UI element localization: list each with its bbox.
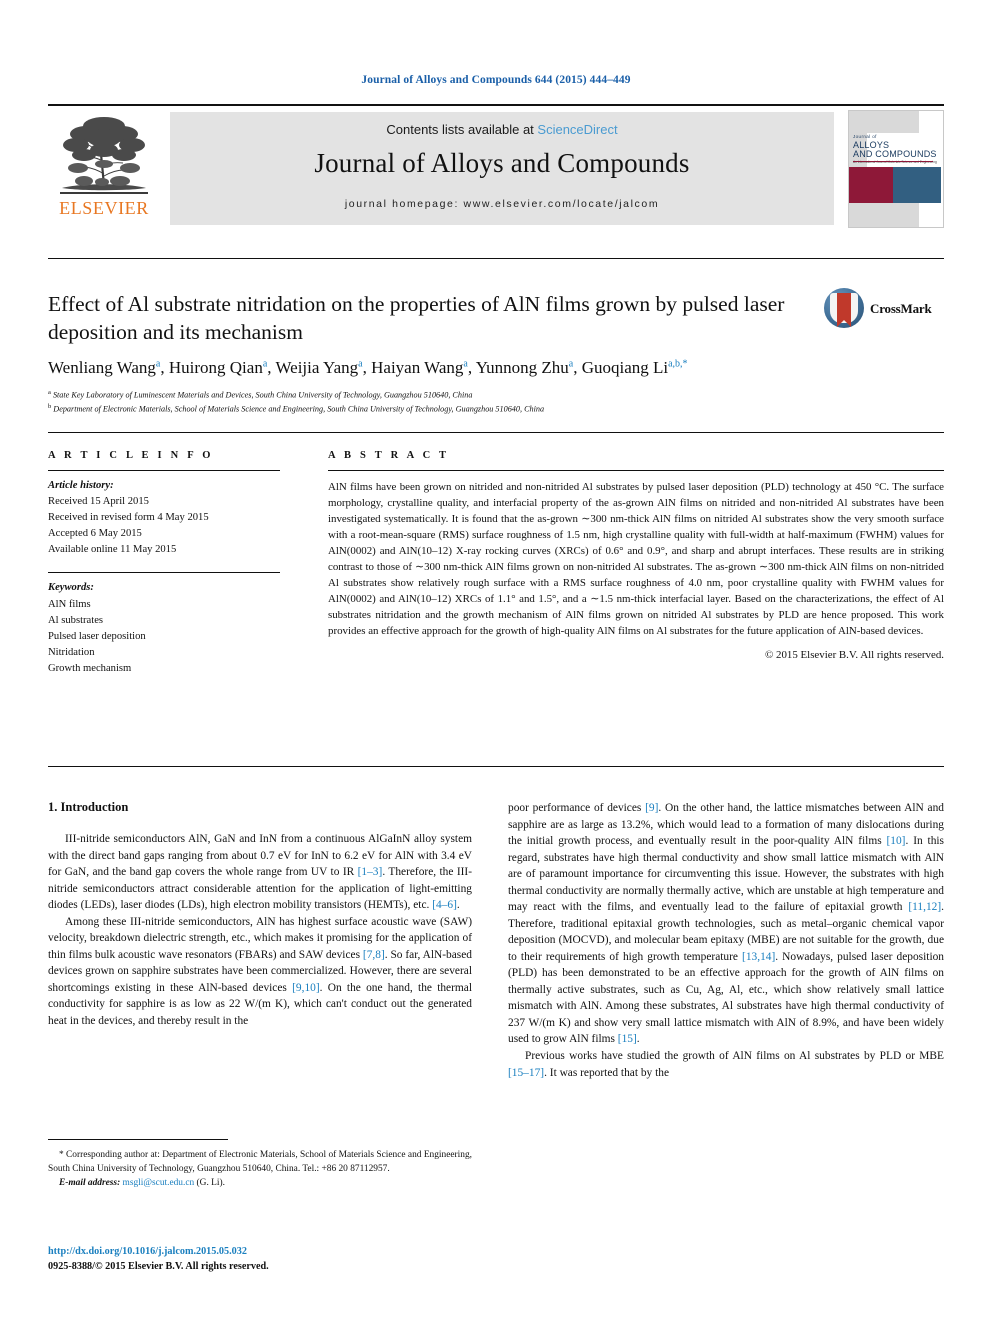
history-item: Available online 11 May 2015 [48, 544, 177, 556]
running-head: Journal of Alloys and Compounds 644 (201… [361, 74, 631, 86]
article-info-heading: A R T I C L E I N F O [48, 450, 214, 461]
journal-title: Journal of Alloys and Compounds [314, 148, 690, 178]
crossmark-label: CrossMark [870, 301, 932, 316]
body-paragraph: Previous works have studied the growth o… [508, 1049, 944, 1079]
author-list: Wenliang Wanga, Huirong Qiana, Weijia Ya… [48, 358, 688, 377]
keywords-divider [48, 572, 280, 574]
doi-block: http://dx.doi.org/10.1016/j.jalcom.2015.… [48, 1245, 488, 1275]
email-line: E-mail address: msgli@scut.edu.cn (G. Li… [48, 1176, 472, 1190]
history-item: Received in revised form 4 May 2015 [48, 512, 209, 524]
keyword-item: Growth mechanism [48, 662, 132, 674]
keyword-item: Pulsed laser deposition [48, 630, 146, 642]
crossmark-icon [824, 288, 864, 328]
crossmark-badge[interactable]: CrossMark [824, 288, 944, 332]
cover-line-1: Journal of [853, 134, 877, 139]
cover-line-3: AND COMPOUNDS [853, 148, 937, 159]
journal-cover-thumbnail[interactable]: Journal of ALLOYS AND COMPOUNDS An Inter… [848, 110, 944, 228]
article-info-divider [48, 470, 280, 471]
affiliation-a: a State Key Laboratory of Luminescent Ma… [48, 389, 473, 400]
abstract-top-divider [48, 432, 944, 433]
contents-available-line: Contents lists available at ScienceDirec… [170, 122, 834, 137]
elsevier-tree-icon [54, 114, 154, 197]
keyword-item: Al substrates [48, 614, 104, 626]
keywords-label: Keywords: [48, 582, 94, 594]
contents-prefix: Contents lists available at [386, 122, 538, 137]
journal-masthead: ELSEVIER Contents lists available at Sci… [48, 104, 944, 228]
elsevier-logo: ELSEVIER [50, 114, 156, 224]
body-column-right: poor performance of devices [9]. On the … [508, 800, 944, 1081]
abstract-copyright: © 2015 Elsevier B.V. All rights reserved… [765, 649, 944, 662]
issn-copyright-line: 0925-8388/© 2015 Elsevier B.V. All right… [48, 1260, 269, 1272]
email-suffix: (G. Li). [196, 1178, 225, 1189]
abstract-bottom-divider [48, 766, 944, 767]
abstract-text: AlN films have been grown on nitrided an… [328, 481, 944, 638]
history-item: Accepted 6 May 2015 [48, 528, 142, 540]
affiliation-b: b Department of Electronic Materials, Sc… [48, 403, 545, 414]
keyword-item: Nitridation [48, 646, 95, 658]
article-history-label: Article history: [48, 480, 114, 491]
section-heading-introduction: 1. Introduction [48, 800, 129, 814]
affiliation-list: a State Key Laboratory of Luminescent Ma… [48, 388, 928, 416]
abstract-divider [328, 470, 944, 471]
history-item: Received 15 April 2015 [48, 496, 149, 508]
footnote-block: * Corresponding author at: Department of… [48, 1148, 472, 1190]
keyword-item: AlN films [48, 598, 91, 610]
article-history-block: Article history: Received 15 April 2015 … [48, 478, 288, 558]
cover-title: Journal of ALLOYS AND COMPOUNDS An Inter… [853, 134, 941, 164]
page-title: Effect of Al substrate nitridation on th… [48, 292, 785, 345]
body-column-left: 1. Introduction III-nitride semiconducto… [48, 800, 472, 1029]
abstract-heading: A B S T R A C T [328, 450, 450, 461]
footnote-divider [48, 1139, 228, 1140]
journal-homepage-link[interactable]: journal homepage: www.elsevier.com/locat… [170, 198, 834, 210]
article-info-column: A R T I C L E I N F O Article history: R… [48, 450, 288, 677]
elsevier-wordmark: ELSEVIER [59, 198, 149, 218]
email-label: E-mail address: [59, 1178, 121, 1189]
corresponding-author-note: * Corresponding author at: Department of… [48, 1150, 472, 1175]
masthead-panel: Contents lists available at ScienceDirec… [170, 112, 834, 225]
doi-link[interactable]: http://dx.doi.org/10.1016/j.jalcom.2015.… [48, 1245, 488, 1260]
article-page: Journal of Alloys and Compounds 644 (201… [0, 0, 992, 1323]
title-divider [48, 258, 944, 259]
email-link[interactable]: msgli@scut.edu.cn [123, 1178, 195, 1188]
body-paragraph: III-nitride semiconductors AlN, GaN and … [48, 833, 472, 912]
body-paragraph: Among these III-nitride semiconductors, … [48, 915, 472, 1027]
keywords-block: Keywords: AlN films Al substrates Pulsed… [48, 580, 288, 677]
sciencedirect-link[interactable]: ScienceDirect [537, 122, 617, 137]
abstract-column: A B S T R A C T AlN films have been grow… [328, 450, 944, 661]
body-paragraph: poor performance of devices [9]. On the … [508, 802, 944, 1046]
